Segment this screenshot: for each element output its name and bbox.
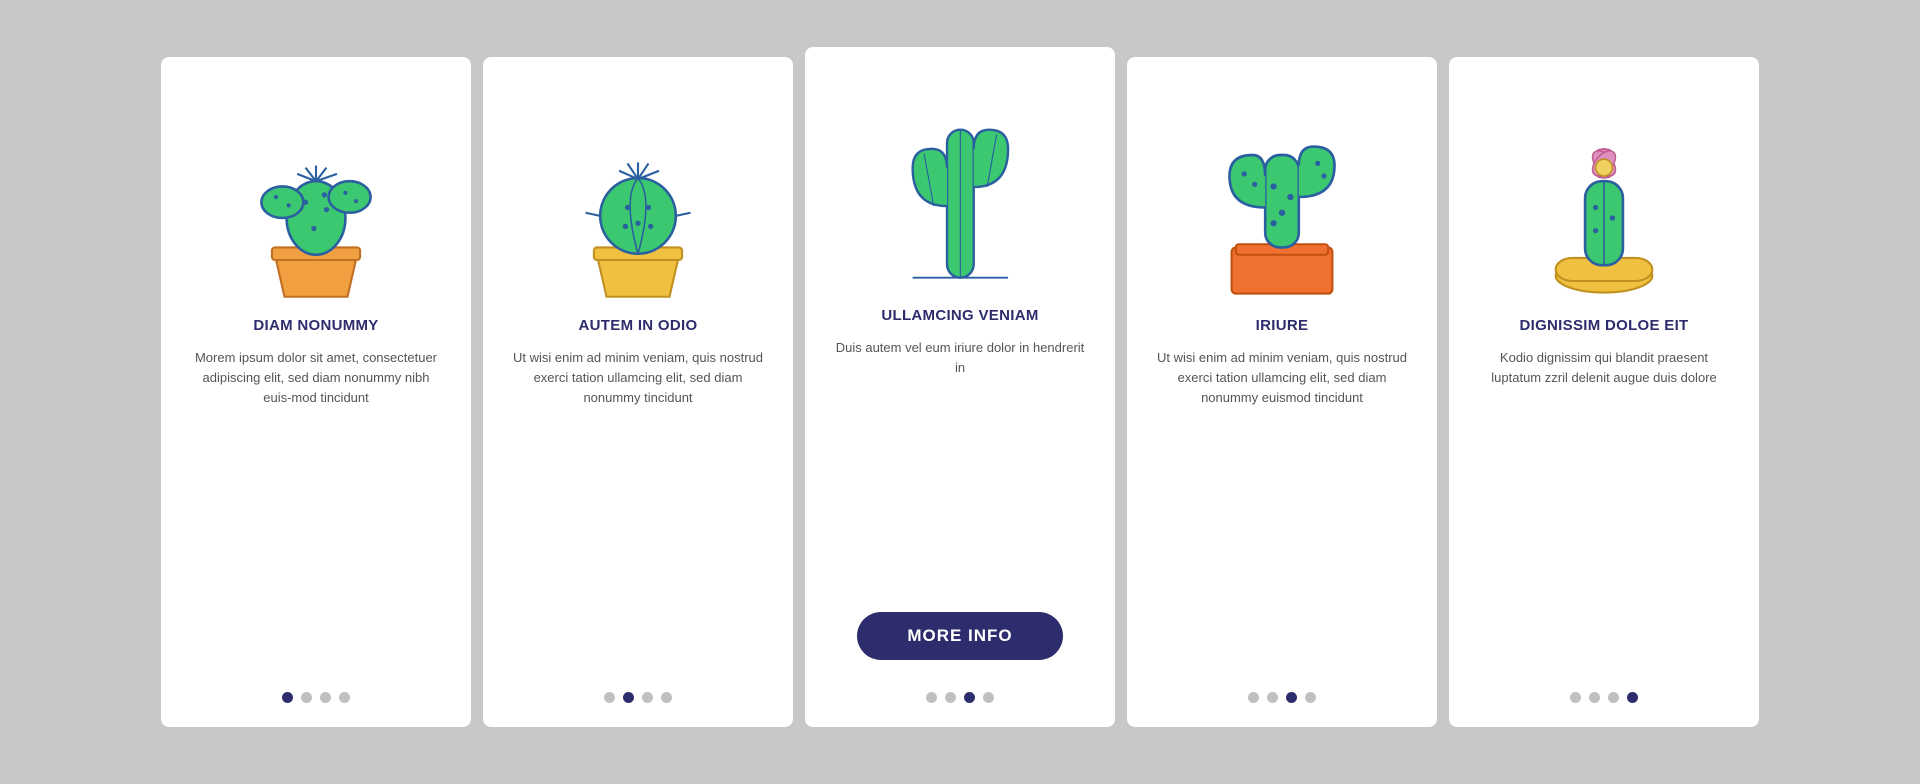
card-3-icon <box>833 77 1087 297</box>
dot-4-3 <box>1305 692 1316 703</box>
dot-4-1 <box>1267 692 1278 703</box>
card-3-dots <box>926 692 994 703</box>
card-3-title: ULLAMCING VENIAM <box>881 307 1038 324</box>
dot-3-0 <box>926 692 937 703</box>
dot-2-3 <box>661 692 672 703</box>
dot-3-1 <box>945 692 956 703</box>
dot-1-0 <box>282 692 293 703</box>
dot-5-0 <box>1570 692 1581 703</box>
dot-4-0 <box>1248 692 1259 703</box>
dot-2-1 <box>623 692 634 703</box>
card-1-title: DIAM NONUMMY <box>253 317 378 334</box>
more-info-button[interactable]: MORE INFO <box>857 612 1062 660</box>
card-1-dots <box>282 692 350 703</box>
card-3-text: Duis autem vel eum iriure dolor in hendr… <box>833 338 1087 594</box>
dot-1-3 <box>339 692 350 703</box>
card-5-dots <box>1570 692 1638 703</box>
dot-2-0 <box>604 692 615 703</box>
card-2-text: Ut wisi enim ad minim veniam, quis nostr… <box>511 348 765 670</box>
dot-5-1 <box>1589 692 1600 703</box>
card-4-title: IRIURE <box>1256 317 1309 334</box>
card-1-text: Morem ipsum dolor sit amet, consectetuer… <box>189 348 443 670</box>
card-2-title: AUTEM IN ODIO <box>579 317 698 334</box>
card-2-dots <box>604 692 672 703</box>
dot-2-2 <box>642 692 653 703</box>
card-4-icon <box>1155 87 1409 307</box>
dot-3-2 <box>964 692 975 703</box>
card-5: DIGNISSIM DOLOE EIT Kodio dignissim qui … <box>1449 57 1759 727</box>
card-5-title: DIGNISSIM DOLOE EIT <box>1519 317 1688 334</box>
dot-5-2 <box>1608 692 1619 703</box>
card-1-icon <box>189 87 443 307</box>
card-2: AUTEM IN ODIO Ut wisi enim ad minim veni… <box>483 57 793 727</box>
cards-container: DIAM NONUMMY Morem ipsum dolor sit amet,… <box>121 17 1799 767</box>
card-4-dots <box>1248 692 1316 703</box>
card-4: IRIURE Ut wisi enim ad minim veniam, qui… <box>1127 57 1437 727</box>
card-1: DIAM NONUMMY Morem ipsum dolor sit amet,… <box>161 57 471 727</box>
card-5-icon <box>1477 87 1731 307</box>
dot-1-1 <box>301 692 312 703</box>
dot-1-2 <box>320 692 331 703</box>
card-4-text: Ut wisi enim ad minim veniam, quis nostr… <box>1155 348 1409 670</box>
dot-5-3 <box>1627 692 1638 703</box>
dot-4-2 <box>1286 692 1297 703</box>
card-5-text: Kodio dignissim qui blandit praesent lup… <box>1477 348 1731 670</box>
card-3: ULLAMCING VENIAM Duis autem vel eum iriu… <box>805 47 1115 727</box>
dot-3-3 <box>983 692 994 703</box>
card-2-icon <box>511 87 765 307</box>
